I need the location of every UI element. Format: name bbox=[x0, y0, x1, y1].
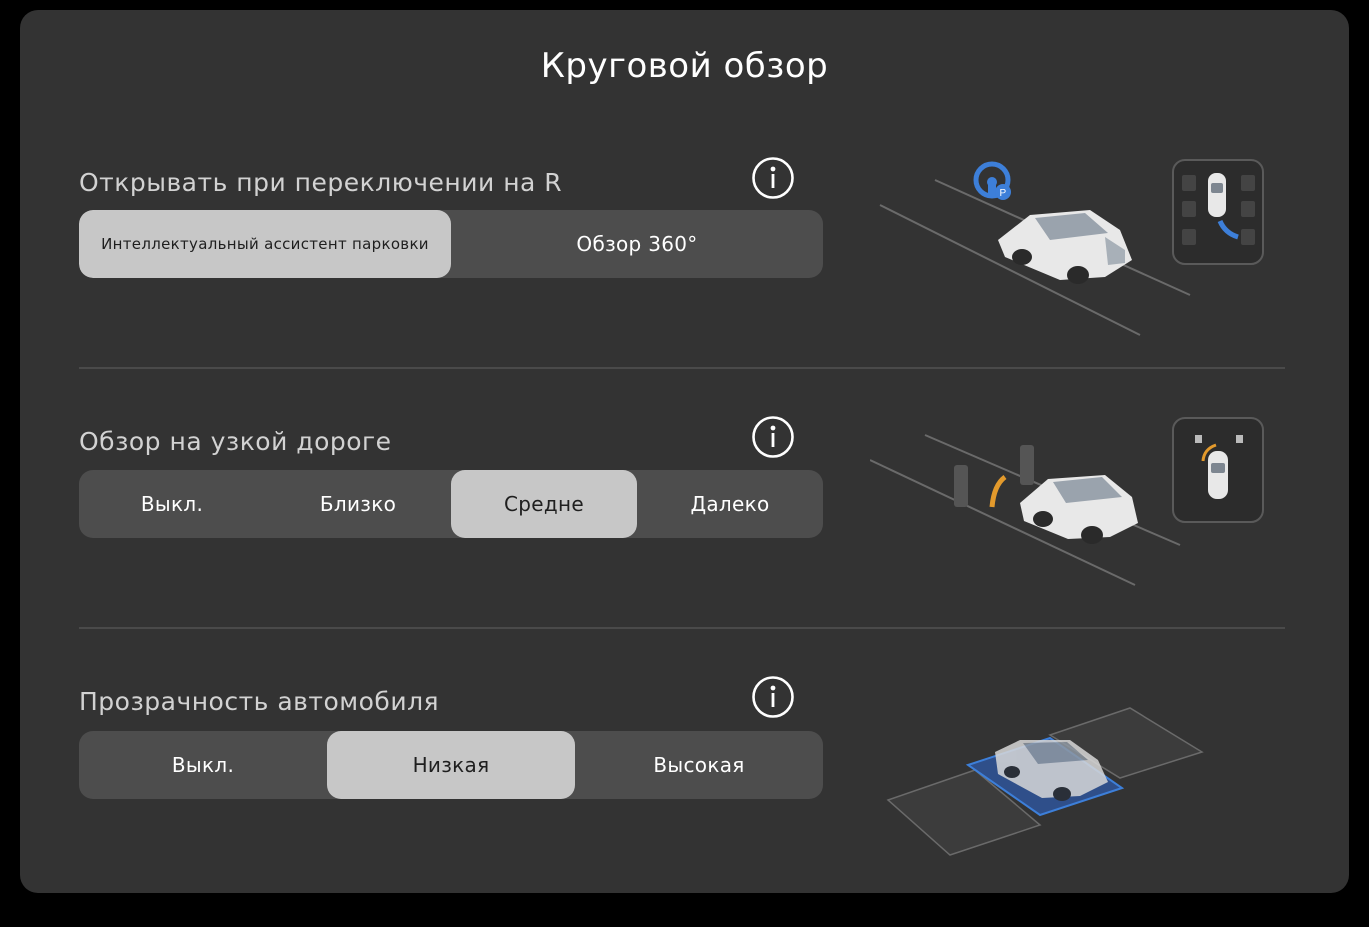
option-medium[interactable]: Средне bbox=[451, 470, 637, 538]
narrow-road-segmented-control: Выкл. Близко Средне Далеко bbox=[79, 470, 823, 538]
option-off[interactable]: Выкл. bbox=[79, 731, 327, 799]
settings-panel: Круговой обзор Открывать при переключени… bbox=[20, 10, 1349, 893]
divider bbox=[79, 627, 1285, 629]
option-off[interactable]: Выкл. bbox=[79, 470, 265, 538]
top-view-thumbnail bbox=[1172, 159, 1264, 265]
narrow-road-illustration bbox=[870, 417, 1264, 586]
transparency-illustration bbox=[886, 707, 1204, 856]
info-icon[interactable] bbox=[751, 675, 795, 719]
car-image bbox=[1020, 475, 1138, 544]
top-view-thumbnail bbox=[1172, 417, 1264, 523]
section-label: Открывать при переключении на R bbox=[79, 168, 563, 197]
parking-assist-illustration: P bbox=[879, 159, 1264, 336]
svg-text:P: P bbox=[1000, 188, 1007, 199]
info-icon[interactable] bbox=[751, 415, 795, 459]
section-label: Обзор на узкой дороге bbox=[79, 427, 392, 456]
parking-assist-steering-icon: P bbox=[973, 161, 1011, 200]
reverse-open-segmented-control: Интеллектуальный ассистент парковки Обзо… bbox=[79, 210, 823, 278]
info-icon[interactable] bbox=[751, 156, 795, 200]
option-near[interactable]: Близко bbox=[265, 470, 451, 538]
option-low[interactable]: Низкая bbox=[327, 731, 575, 799]
option-high[interactable]: Высокая bbox=[575, 731, 823, 799]
section-label: Прозрачность автомобиля bbox=[79, 687, 440, 716]
transparency-segmented-control: Выкл. Низкая Высокая bbox=[79, 731, 823, 799]
option-parking-assistant[interactable]: Интеллектуальный ассистент парковки bbox=[79, 210, 451, 278]
divider bbox=[79, 367, 1285, 369]
option-far[interactable]: Далеко bbox=[637, 470, 823, 538]
car-image bbox=[998, 210, 1132, 284]
page-title: Круговой обзор bbox=[540, 46, 829, 86]
option-360-view[interactable]: Обзор 360° bbox=[451, 210, 823, 278]
